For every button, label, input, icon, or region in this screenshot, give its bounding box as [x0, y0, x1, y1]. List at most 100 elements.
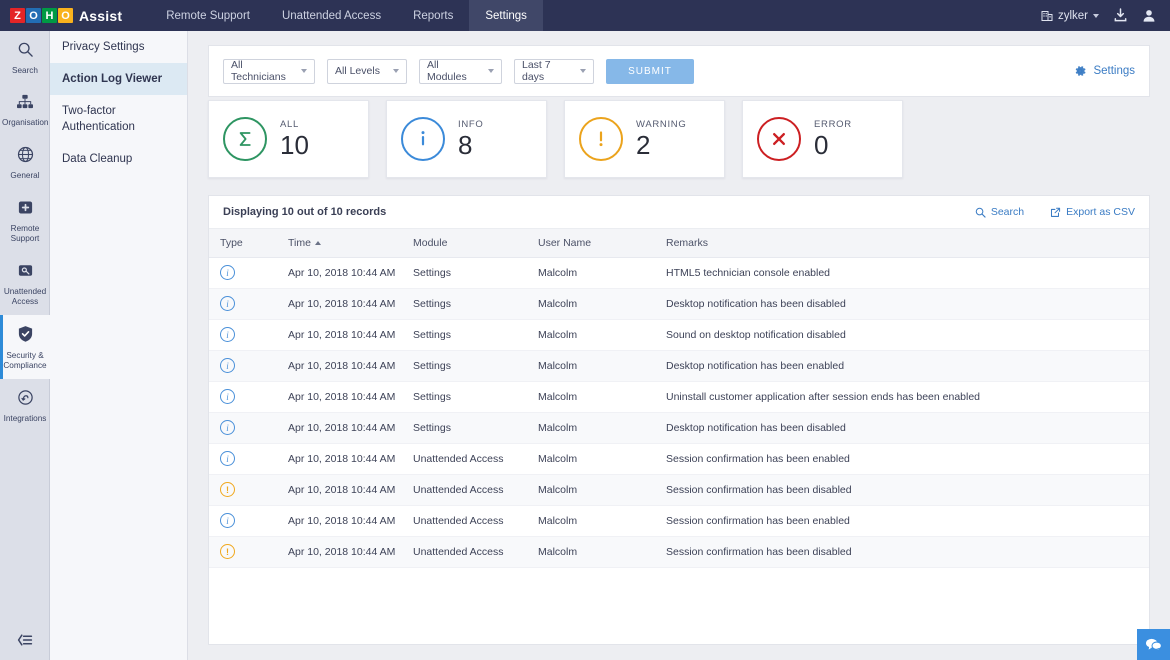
cell-remarks: HTML5 technician console enabled — [655, 257, 1149, 288]
logo-letter-o2: O — [58, 8, 73, 23]
table-row[interactable]: iApr 10, 2018 10:44 AMUnattended AccessM… — [209, 505, 1149, 536]
sidebar-item-integrations[interactable]: Integrations — [0, 379, 50, 432]
user-icon — [1142, 8, 1156, 23]
user-profile-button[interactable] — [1142, 8, 1156, 23]
technician-filter-select[interactable]: All Technicians — [223, 59, 315, 84]
table-row[interactable]: iApr 10, 2018 10:44 AMSettingsMalcolmDes… — [209, 412, 1149, 443]
tab-remote-support[interactable]: Remote Support — [150, 0, 266, 31]
sidebar-label-organisation: Organisation — [2, 118, 48, 128]
stat-value-warning: 2 — [636, 131, 686, 159]
cell-username: Malcolm — [527, 319, 655, 350]
subnav-item-two-factor-authentication[interactable]: Two-factor Authentication — [50, 95, 187, 143]
sidebar-item-general[interactable]: General — [0, 136, 50, 189]
cell-module: Unattended Access — [402, 443, 527, 474]
cell-username: Malcolm — [527, 536, 655, 567]
daterange-filter-select[interactable]: Last 7 days — [514, 59, 594, 84]
module-filter-select[interactable]: All Modules — [419, 59, 502, 84]
cell-module: Settings — [402, 257, 527, 288]
cell-remarks: Desktop notification has been disabled — [655, 412, 1149, 443]
stat-card-all[interactable]: ALL 10 — [208, 100, 369, 178]
sidebar-item-security-compliance[interactable]: Security & Compliance — [0, 315, 50, 379]
chevron-down-icon — [393, 69, 399, 73]
tab-reports[interactable]: Reports — [397, 0, 469, 31]
log-settings-label: Settings — [1093, 65, 1135, 77]
table-row[interactable]: iApr 10, 2018 10:44 AMUnattended AccessM… — [209, 443, 1149, 474]
table-body: iApr 10, 2018 10:44 AMSettingsMalcolmHTM… — [209, 257, 1149, 567]
cell-remarks: Session confirmation has been enabled — [655, 443, 1149, 474]
sidebar-item-unattended-access[interactable]: Unattended Access — [0, 252, 50, 315]
panel-header: Displaying 10 out of 10 records Search E… — [209, 196, 1149, 229]
export-csv-button[interactable]: Export as CSV — [1050, 206, 1135, 218]
table-row[interactable]: iApr 10, 2018 10:44 AMSettingsMalcolmSou… — [209, 319, 1149, 350]
subnav-item-data-cleanup[interactable]: Data Cleanup — [50, 143, 187, 175]
column-header-time[interactable]: Time — [277, 229, 402, 257]
subnav-item-privacy-settings[interactable]: Privacy Settings — [50, 31, 187, 63]
cell-module: Unattended Access — [402, 505, 527, 536]
table-header: Type Time Module User Name Remarks — [209, 229, 1149, 257]
sidebar-label-security-compliance: Security & Compliance — [2, 351, 48, 371]
info-icon — [401, 117, 445, 161]
download-button[interactable] — [1113, 8, 1128, 23]
cell-time: Apr 10, 2018 10:44 AM — [277, 536, 402, 567]
cell-type: i — [209, 257, 277, 288]
sidebar-label-integrations: Integrations — [2, 414, 48, 424]
column-header-remarks[interactable]: Remarks — [655, 229, 1149, 257]
table-row[interactable]: ! Apr 10, 2018 10:44 AMUnattended AccessM… — [209, 536, 1149, 567]
submit-button[interactable]: SUBMIT — [606, 59, 694, 84]
stat-card-info[interactable]: INFO 8 — [386, 100, 547, 178]
column-header-module[interactable]: Module — [402, 229, 527, 257]
warning-icon: ! — [220, 544, 235, 559]
cell-time: Apr 10, 2018 10:44 AM — [277, 319, 402, 350]
chat-support-button[interactable] — [1137, 629, 1170, 660]
table-row[interactable]: iApr 10, 2018 10:44 AMSettingsMalcolmHTM… — [209, 257, 1149, 288]
cell-module: Unattended Access — [402, 536, 527, 567]
tab-settings[interactable]: Settings — [469, 0, 543, 31]
zoho-logo-icon: Z O H O — [10, 8, 73, 23]
cell-type: i — [209, 443, 277, 474]
sidebar-item-search[interactable]: Search — [0, 31, 50, 84]
collapse-sidebar-button[interactable] — [0, 620, 50, 660]
search-icon — [975, 207, 986, 218]
table-row[interactable]: iApr 10, 2018 10:44 AMSettingsMalcolmUni… — [209, 381, 1149, 412]
chevron-down-icon — [488, 69, 494, 73]
settings-subnav: Privacy Settings Action Log Viewer Two-f… — [50, 31, 188, 660]
sidebar-item-organisation[interactable]: Organisation — [0, 84, 50, 136]
stat-card-error[interactable]: ERROR 0 — [742, 100, 903, 178]
organisation-icon — [16, 94, 34, 110]
logo-letter-h: H — [42, 8, 57, 23]
tab-unattended-access[interactable]: Unattended Access — [266, 0, 397, 31]
subnav-item-action-log-viewer[interactable]: Action Log Viewer — [50, 63, 187, 95]
cell-time: Apr 10, 2018 10:44 AM — [277, 474, 402, 505]
column-header-time-label: Time — [288, 237, 311, 249]
top-bar-right-cluster: zylker — [1041, 8, 1170, 23]
unattended-access-icon — [17, 262, 34, 279]
column-header-type[interactable]: Type — [209, 229, 277, 257]
stat-value-all: 10 — [280, 131, 309, 159]
org-switcher[interactable]: zylker — [1041, 10, 1099, 22]
table-row[interactable]: !Apr 10, 2018 10:44 AMUnattended AccessM… — [209, 474, 1149, 505]
cell-remarks: Session confirmation has been disabled — [655, 474, 1149, 505]
cell-module: Settings — [402, 412, 527, 443]
globe-icon — [17, 146, 34, 163]
sidebar-item-remote-support[interactable]: Remote Support — [0, 189, 50, 252]
level-filter-select[interactable]: All Levels — [327, 59, 407, 84]
search-button[interactable]: Search — [975, 206, 1024, 218]
cell-username: Malcolm — [527, 288, 655, 319]
table-row[interactable]: iApr 10, 2018 10:44 AMSettingsMalcolmDes… — [209, 288, 1149, 319]
cell-type: i — [209, 319, 277, 350]
sidebar-label-search: Search — [2, 66, 48, 76]
filter-bar: All Technicians All Levels All Modules L… — [208, 45, 1150, 97]
cell-module: Settings — [402, 319, 527, 350]
info-icon: i — [220, 358, 235, 373]
brand-name: Assist — [79, 8, 122, 24]
stat-cards: ALL 10 INFO 8 WARNING 2 — [208, 100, 903, 178]
column-header-username[interactable]: User Name — [527, 229, 655, 257]
app-logo[interactable]: Z O H O Assist — [0, 8, 122, 24]
sigma-icon — [223, 117, 267, 161]
cell-type: ! — [209, 536, 277, 567]
log-settings-link[interactable]: Settings — [1073, 64, 1135, 78]
cell-username: Malcolm — [527, 412, 655, 443]
stat-card-warning[interactable]: WARNING 2 — [564, 100, 725, 178]
daterange-filter-value: Last 7 days — [522, 59, 568, 83]
table-row[interactable]: iApr 10, 2018 10:44 AMSettingsMalcolmDes… — [209, 350, 1149, 381]
